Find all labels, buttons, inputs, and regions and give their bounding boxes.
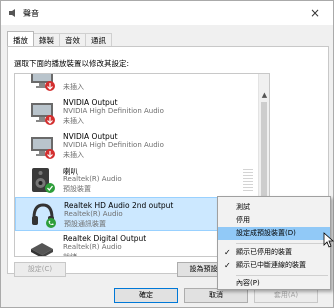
check-icon: ✓ [224, 248, 231, 257]
tab-strip: 播放 錄製 音效 通訊 [7, 31, 112, 47]
monitor-icon [31, 74, 55, 91]
tab-recording[interactable]: 錄製 [33, 33, 60, 46]
configure-button[interactable]: 設定(C) [14, 262, 66, 277]
ok-button[interactable]: 確定 [114, 288, 178, 303]
menu-item-label: 顯示已中斷連線的裝置 [236, 261, 306, 269]
cancel-button[interactable]: 取消 [184, 288, 248, 303]
device-status: 預設裝置 [63, 185, 91, 193]
speaker-icon [32, 168, 55, 193]
device-name: Realtek HD Audio 2nd output [64, 201, 174, 210]
tab-communications[interactable]: 通訊 [85, 33, 112, 46]
menu-item-label: 內容(P) [236, 279, 260, 287]
device-description: Realtek(R) Audio [63, 243, 122, 251]
menu-item-disable[interactable]: 停用 [218, 214, 330, 227]
menu-item-label: 停用 [236, 216, 250, 224]
volume-meter [243, 169, 253, 193]
apply-button[interactable]: 套用(A) [254, 288, 318, 303]
menu-item-properties[interactable]: 內容(P) [218, 277, 330, 290]
device-name: NVIDIA Output [63, 132, 118, 141]
device-name: NVIDIA Output [63, 98, 118, 107]
headphones-icon [32, 203, 56, 228]
device-status: 預設通訊裝置 [64, 220, 106, 228]
menu-separator [236, 275, 328, 276]
device-row[interactable]: NVIDIA Output NVIDIA High Definition Audi… [15, 95, 259, 129]
device-description: Realtek(R) Audio [64, 210, 123, 218]
device-description: NVIDIA High Definition Audio [63, 107, 164, 115]
digital-output-icon [31, 243, 53, 256]
device-row[interactable]: 未插入 [15, 74, 259, 95]
scroll-up-arrow-icon[interactable]: ▲ [259, 90, 269, 100]
device-description: Realtek(R) Audio [63, 175, 122, 183]
title-bar: 聲音 × [1, 1, 333, 25]
menu-item-show-disabled[interactable]: ✓ 顯示已停用的裝置 [218, 246, 330, 259]
menu-item-label: 測試 [236, 203, 250, 211]
tab-playback[interactable]: 播放 [7, 31, 34, 46]
device-status: 就緒 [63, 253, 77, 257]
device-row[interactable]: NVIDIA Output NVIDIA High Definition Audi… [15, 129, 259, 163]
menu-separator [236, 243, 328, 244]
check-icon: ✓ [224, 261, 231, 270]
window-title: 聲音 [23, 9, 39, 18]
menu-item-set-default[interactable]: 設定成預設裝置(D) [218, 227, 330, 240]
monitor-icon [31, 137, 55, 159]
tab-sounds[interactable]: 音效 [59, 33, 86, 46]
mouse-cursor-icon [323, 232, 334, 248]
device-row[interactable]: 喇叭 Realtek(R) Audio 預設裝置 [15, 163, 259, 197]
context-menu: 測試 停用 設定成預設裝置(D) ✓ 顯示已停用的裝置 ✓ 顯示已中斷連線的裝置 內… [217, 196, 331, 290]
speaker-icon [9, 9, 15, 17]
device-status: 未插入 [63, 117, 84, 125]
instruction-text: 選取下面的播放裝置以修改其設定: [14, 59, 130, 68]
menu-item-label: 設定成預設裝置(D) [236, 229, 296, 237]
device-status: 未插入 [63, 151, 84, 159]
menu-item-test[interactable]: 測試 [218, 201, 330, 214]
device-name: Realtek Digital Output [63, 234, 147, 243]
menu-item-show-disconnected[interactable]: ✓ 顯示已中斷連線的裝置 [218, 259, 330, 272]
menu-item-label: 顯示已停用的裝置 [236, 248, 292, 256]
device-description: NVIDIA High Definition Audio [63, 141, 164, 149]
close-button[interactable]: × [303, 4, 327, 22]
monitor-icon [31, 103, 55, 125]
device-status: 未插入 [63, 83, 84, 91]
